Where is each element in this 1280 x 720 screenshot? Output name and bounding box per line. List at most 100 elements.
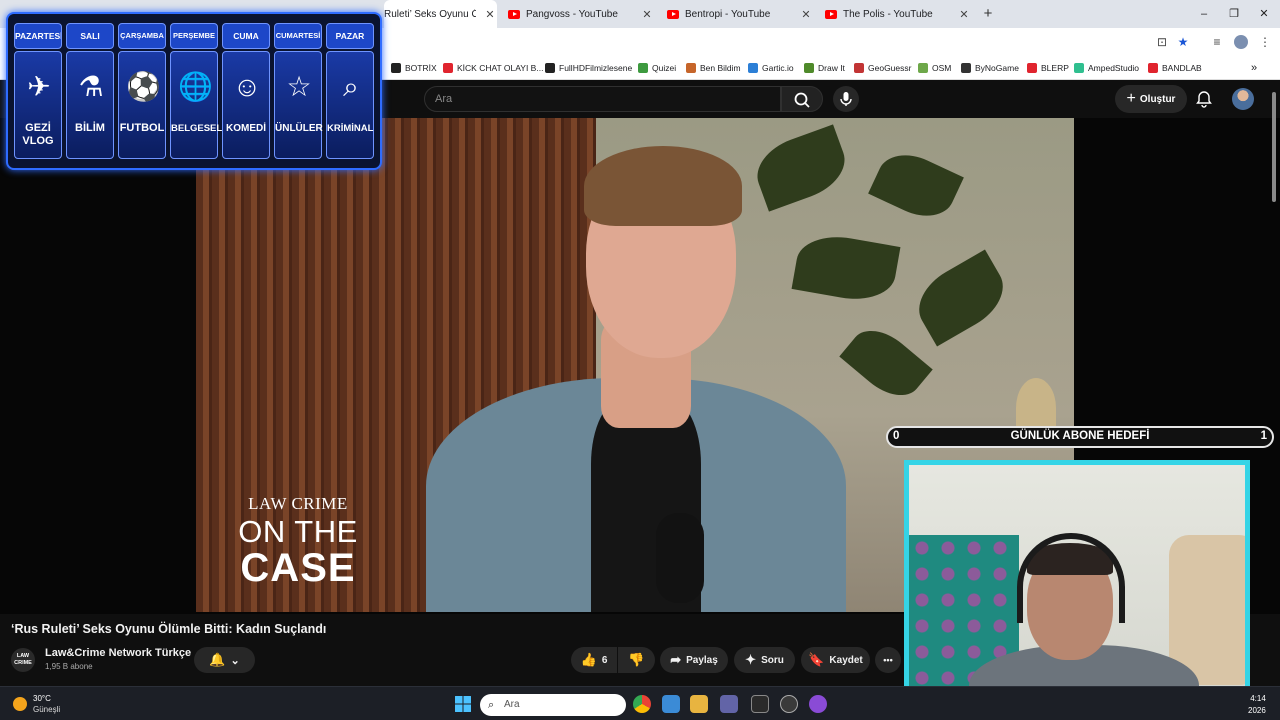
tab-title: The Polis - YouTube — [843, 8, 933, 20]
teams-icon[interactable] — [720, 695, 738, 713]
dislike-button[interactable]: 👎 — [618, 647, 655, 673]
bookmark-bynogame[interactable]: ByNoGame — [961, 61, 1019, 75]
app-icon[interactable] — [809, 695, 827, 713]
close-window-button[interactable]: ✕ — [1256, 6, 1272, 22]
schedule-day-monday: PAZARTESİ ✈ GEZİ VLOG — [14, 23, 62, 159]
clock-time: 4:14 — [1250, 694, 1266, 703]
search-icon: ⌕ — [488, 699, 495, 711]
bookmark-gartic[interactable]: Gartic.io — [748, 61, 794, 75]
like-button[interactable]: 👍 6 — [571, 647, 617, 673]
day-name: SALI — [66, 23, 114, 49]
day-topic: KOMEDİ — [226, 123, 266, 134]
share-button[interactable]: ➦ Paylaş — [660, 647, 728, 673]
comedy-mask-icon: ☺ — [232, 71, 262, 102]
thumbs-down-icon: 👎 — [628, 652, 645, 667]
bookmark-label: Gartic.io — [762, 63, 794, 73]
share-arrow-icon: ➦ — [670, 652, 682, 667]
bookmark-kick-chat[interactable]: KİCK CHAT OLAYI B... — [443, 61, 543, 75]
screen: Ruleti’ Seks Oyunu Ölümle ✕ Pangvoss - Y… — [0, 0, 1280, 720]
bookmarks-more-button[interactable]: » — [1251, 61, 1257, 75]
bookmark-icon — [1027, 63, 1037, 73]
day-topic: BİLİM — [75, 122, 105, 134]
bookmark-icon — [638, 63, 648, 73]
like-count: 6 — [601, 654, 608, 666]
plus-icon: + — [1126, 90, 1136, 107]
ask-label: Soru — [761, 654, 784, 666]
windows-start-icon[interactable] — [454, 695, 472, 713]
notifications-bell-icon[interactable] — [1194, 89, 1214, 109]
scrollbar-thumb[interactable] — [1272, 92, 1276, 202]
tab-the-polis[interactable]: The Polis - YouTube ✕ — [825, 0, 971, 28]
bookmark-ampedstudio[interactable]: AmpedStudio — [1074, 61, 1139, 75]
bell-icon: 🔔 — [209, 652, 226, 667]
schedule-day-wednesday: ÇARŞAMBA ⚽ FUTBOL — [118, 23, 166, 159]
channel-name[interactable]: Law&Crime Network Türkçe — [45, 647, 191, 659]
bookmark-label: Ben Bildim — [700, 63, 741, 73]
taskbar-clock[interactable]: 4:14 2026 — [1248, 693, 1266, 717]
bookmark-osm[interactable]: OSM — [918, 61, 951, 75]
new-tab-button[interactable]: + — [980, 5, 996, 23]
media-controls-icon[interactable]: ≡ — [1209, 34, 1225, 50]
tab-bentropi[interactable]: Bentropi - YouTube ✕ — [667, 0, 813, 28]
maximize-button[interactable]: ❐ — [1226, 6, 1242, 22]
schedule-day-friday: CUMA ☺ KOMEDİ — [222, 23, 270, 159]
bookmark-geoguessr[interactable]: GeoGuessr — [854, 61, 911, 75]
sparkle-icon: ✦ — [745, 652, 757, 667]
file-explorer-icon[interactable] — [690, 695, 708, 713]
bookmark-botrix[interactable]: BOTRİX — [391, 61, 437, 75]
user-avatar[interactable] — [1232, 88, 1254, 110]
close-tab-icon[interactable]: ✕ — [799, 8, 813, 21]
minimize-button[interactable]: – — [1196, 6, 1212, 22]
bookmark-star-icon[interactable]: ★ — [1175, 34, 1191, 50]
bookmark-quizei[interactable]: Quizei — [638, 61, 676, 75]
sun-icon[interactable] — [13, 697, 27, 711]
save-label: Kaydet — [829, 654, 863, 666]
tab-active[interactable]: Ruleti’ Seks Oyunu Ölümle ✕ — [384, 0, 497, 28]
search-input[interactable]: Ara — [424, 86, 781, 112]
bookmark-icon — [686, 63, 696, 73]
day-topic: ÜNLÜLER — [275, 123, 323, 134]
bookmark-fullhdfilm[interactable]: FullHDFilmizlesene — [545, 61, 632, 75]
bookmark-bandlab[interactable]: BANDLAB — [1148, 61, 1202, 75]
bookmark-blerp[interactable]: BLERP — [1027, 61, 1069, 75]
close-tab-icon[interactable]: ✕ — [483, 8, 497, 21]
install-app-icon[interactable]: ⊡ — [1154, 34, 1170, 50]
ask-button[interactable]: ✦ Soru — [734, 647, 795, 673]
save-button[interactable]: 🔖 Kaydet — [801, 647, 870, 673]
close-tab-icon[interactable]: ✕ — [957, 8, 971, 21]
channel-avatar[interactable]: LAW CRIME — [11, 648, 35, 672]
fingerprint-search-icon: ⌕ — [343, 71, 359, 102]
clock-date: 2026 — [1248, 706, 1266, 715]
brand-logo-line1: LAW CRIME — [248, 494, 348, 513]
close-tab-icon[interactable]: ✕ — [640, 8, 654, 21]
subscribed-notifications-button[interactable]: 🔔 ⌄ — [194, 647, 255, 673]
bookmark-icon: 🔖 — [808, 652, 825, 667]
voice-search-button[interactable] — [833, 86, 859, 112]
bookmark-label: GeoGuessr — [868, 63, 912, 73]
bookmark-label: OSM — [932, 63, 952, 73]
bookmark-ben-bildim[interactable]: Ben Bildim — [686, 61, 741, 75]
photos-icon[interactable] — [662, 695, 680, 713]
weather-description[interactable]: Güneşli — [33, 705, 60, 714]
bookmark-icon — [918, 63, 928, 73]
bookmark-draw-it[interactable]: Draw It — [804, 61, 845, 75]
weather-temperature[interactable]: 30°C — [33, 694, 51, 703]
bookmark-icon — [854, 63, 864, 73]
bookmark-icon — [443, 63, 453, 73]
search-button[interactable] — [781, 86, 823, 112]
day-card: ⚽ FUTBOL — [118, 51, 166, 159]
tab-pangvoss[interactable]: Pangvoss - YouTube ✕ — [508, 0, 654, 28]
search-icon — [794, 92, 810, 108]
obs-icon[interactable] — [780, 695, 798, 713]
brand-logo-line3: CASE — [240, 546, 356, 590]
more-actions-button[interactable]: ••• — [875, 647, 901, 673]
profile-avatar[interactable] — [1234, 35, 1248, 49]
taskbar-search-input[interactable]: ⌕ Ara — [480, 694, 626, 716]
menu-icon[interactable]: ⋮ — [1257, 34, 1273, 50]
chrome-icon[interactable] — [633, 695, 651, 713]
day-card: 🌐 BELGESEL — [170, 51, 222, 159]
page-scrollbar[interactable] — [1270, 82, 1278, 682]
windows-taskbar: 30°C Güneşli ⌕ Ara 4:14 2026 — [0, 686, 1280, 720]
create-button[interactable]: + Oluştur — [1115, 85, 1187, 113]
epic-games-icon[interactable] — [751, 695, 769, 713]
